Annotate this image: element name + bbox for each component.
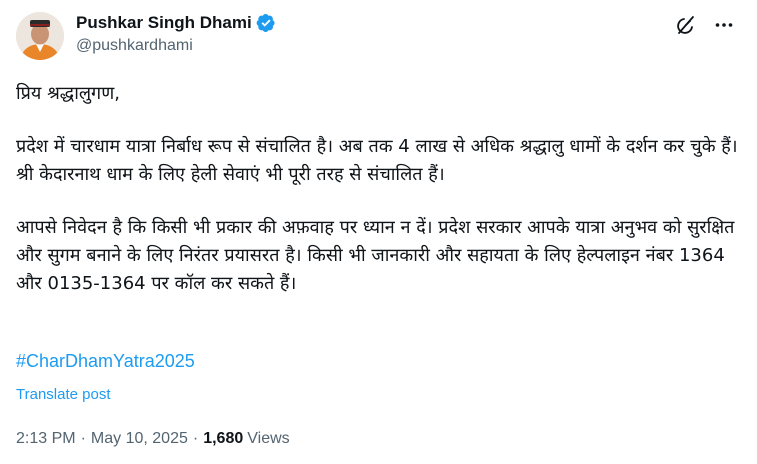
verified-badge-icon[interactable] [256, 13, 276, 33]
tweet-card: Pushkar Singh Dhami @pushkardhami प्रिय … [0, 0, 757, 464]
avatar[interactable] [16, 12, 64, 60]
author-display-name[interactable]: Pushkar Singh Dhami [76, 13, 252, 33]
hashtag-link[interactable]: #CharDhamYatra2025 [16, 351, 195, 372]
meta-separator: · [192, 430, 199, 447]
views-count: 1,680 [203, 430, 244, 447]
avatar-portrait-icon [16, 12, 64, 60]
author-block: Pushkar Singh Dhami @pushkardhami [76, 12, 276, 55]
tweet-date[interactable]: May 10, 2025 [91, 430, 188, 448]
tweet-top-actions [675, 14, 735, 36]
more-options-icon[interactable] [713, 14, 735, 36]
tweet-meta: 2:13 PM · May 10, 2025 · 1,680 Views [16, 430, 290, 448]
author-handle[interactable]: @pushkardhami [76, 37, 276, 55]
grok-icon[interactable] [675, 14, 697, 36]
meta-separator: · [80, 430, 86, 447]
tweet-paragraph-greeting: प्रिय श्रद्धालुगण, [16, 83, 120, 104]
tweet-text: प्रिय श्रद्धालुगण, प्रदेश में चारधाम यात… [16, 80, 741, 298]
views-label: Views [247, 430, 290, 447]
tweet-paragraph-appeal: आपसे निवेदन है कि किसी भी प्रकार की अफ़व… [16, 217, 735, 294]
tweet-time[interactable]: 2:13 PM [16, 430, 76, 448]
tweet-paragraph-status: प्रदेश में चारधाम यात्रा निर्बाध रूप से … [16, 136, 738, 185]
translate-post-link[interactable]: Translate post [16, 386, 111, 403]
